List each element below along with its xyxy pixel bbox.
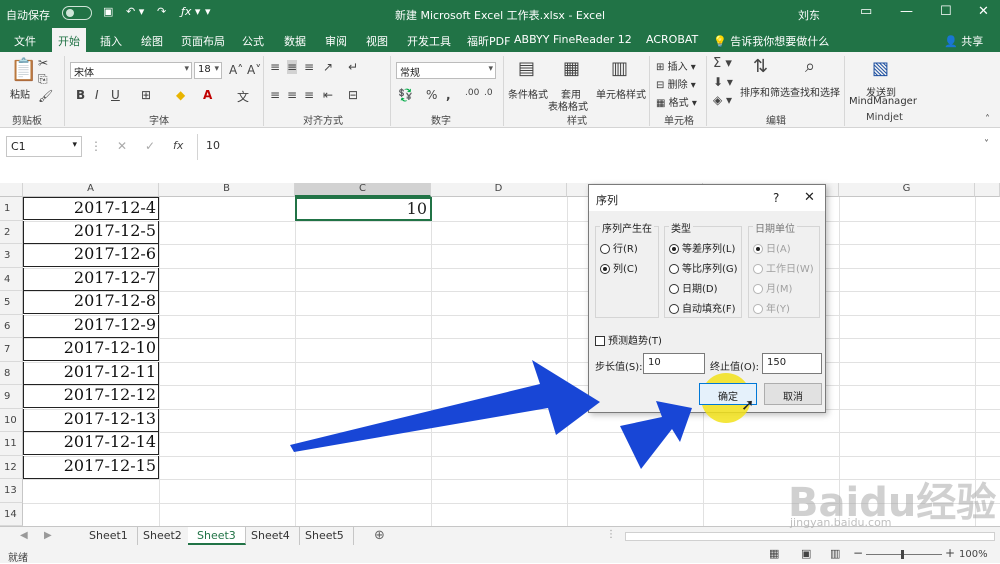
- arrow-2: [620, 401, 692, 469]
- baidu-watermark-url: jingyan.baidu.com: [790, 516, 892, 529]
- arrow-1: [290, 360, 600, 452]
